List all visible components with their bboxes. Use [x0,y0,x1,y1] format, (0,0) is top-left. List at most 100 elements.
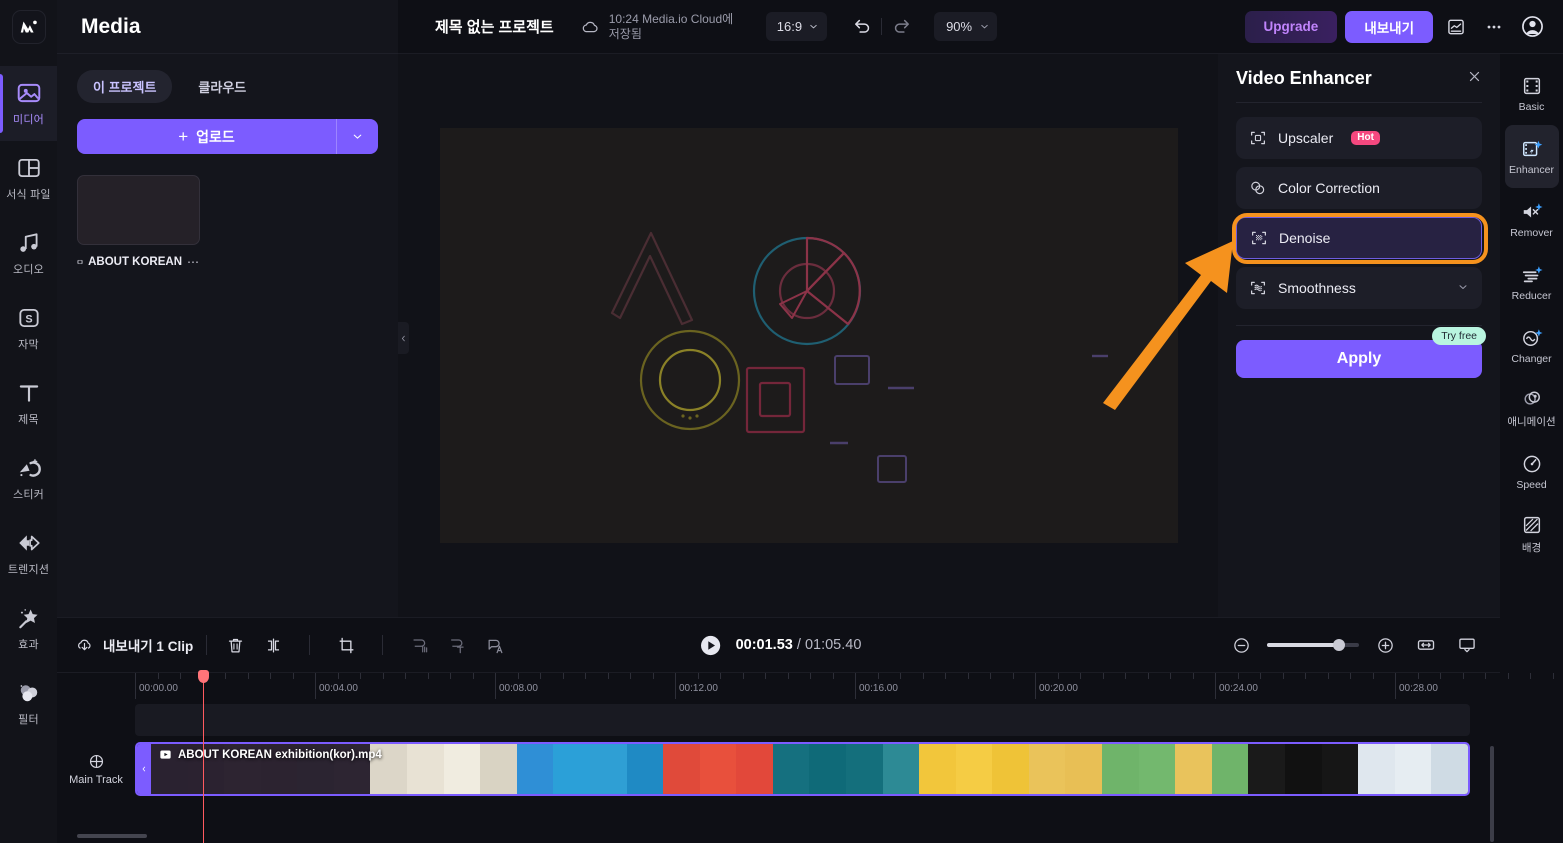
sidebar-item-media[interactable]: 미디어 [0,66,57,141]
sidebar-item-title[interactable]: 제목 [0,366,57,441]
timeline-ruler[interactable]: 00:00.00 00:04.00 00:08.00 00:12.00 00:16.00… [57,672,1554,699]
undo-button[interactable] [847,12,877,42]
vertical-scrollbar[interactable] [1490,746,1494,842]
sidebar-item-transition[interactable]: 트렌지션 [0,516,57,591]
ruler-minor-tick [427,673,429,679]
ruler-minor-tick [1507,673,1509,679]
close-icon[interactable] [1467,69,1482,87]
playhead[interactable] [198,670,209,843]
upload-dropdown-button[interactable] [336,119,378,154]
zoom-level-select[interactable]: 90% [934,12,998,41]
chevron-down-icon[interactable] [1457,281,1469,296]
sidebar-item-subtitle[interactable]: S 자막 [0,291,57,366]
sidebar-item-label: 트렌지션 [7,564,50,576]
ruler-minor-tick [1282,673,1284,679]
feature-row-smoothness[interactable]: Smoothness [1236,267,1482,309]
tab-this-project[interactable]: 이 프로젝트 [77,70,173,103]
tool-label: Basic [1518,100,1545,113]
panel-collapse-handle[interactable] [398,322,409,354]
tool-reducer[interactable]: Reducer [1505,251,1559,314]
chevron-down-icon [810,24,817,29]
clip-thumbnail [1321,744,1359,794]
zoom-in-button[interactable] [1370,630,1400,660]
timeline-clip[interactable]: ABOUT KOREAN exhibition(kor).mp4 [135,742,1470,796]
feature-row-color-correction[interactable]: Color Correction [1236,167,1482,209]
tool-speed[interactable]: Speed [1505,440,1559,503]
sidebar-item-audio[interactable]: 오디오 [0,216,57,291]
sidebar-item-filter[interactable]: 필터 [0,666,57,741]
playhead-handle[interactable] [198,670,209,683]
project-settings-button[interactable] [1441,12,1471,42]
tool-background[interactable]: 배경 [1505,503,1559,566]
horizontal-scrollbar[interactable] [77,834,147,838]
ruler-minor-tick [270,673,271,679]
color-correction-icon [1251,181,1265,195]
timeline-zoom-slider[interactable] [1267,639,1359,651]
main-track-icon [89,754,103,768]
auto-beat-button[interactable] [442,630,472,660]
enhancer-icon [1522,140,1542,156]
tool-changer[interactable]: Changer [1505,314,1559,377]
empty-track-row[interactable] [135,704,1470,736]
ruler-minor-tick [607,673,609,679]
feature-label: Smoothness [1278,280,1356,296]
tool-enhancer[interactable]: Enhancer [1504,125,1559,188]
aspect-ratio-select[interactable]: 16:9 [765,12,828,41]
voice-changer-icon [1522,328,1543,346]
feature-row-upscaler[interactable]: Upscaler Hot [1236,117,1482,159]
media-item[interactable]: ABOUT KOREAN ⋯ [77,175,200,269]
media-item-more-button[interactable]: ⋯ [187,255,200,269]
avatar[interactable] [1517,12,1547,42]
sidebar-item-label: 자막 [18,339,39,351]
ruler-minor-tick [337,673,339,679]
clip-left-handle[interactable] [137,744,151,794]
fit-width-icon [1417,640,1435,650]
sidebar-item-effects[interactable]: 효과 [0,591,57,666]
display-options-button[interactable] [1452,630,1482,660]
denoise-icon [1251,231,1267,245]
divider [881,18,883,35]
project-title[interactable]: 제목 없는 프로젝트 [435,16,554,37]
chevron-down-icon [353,134,362,139]
apply-button[interactable]: Apply [1236,340,1482,378]
split-button[interactable] [258,630,288,660]
upload-button[interactable]: + 업로드 [77,119,336,154]
media-thumbnail[interactable] [77,175,200,245]
export-clip-button[interactable]: 내보내기 1 Clip [75,635,193,655]
tool-basic[interactable]: Basic [1505,62,1559,125]
playback-controls: 00:01.53 / 01:05.40 [696,630,861,660]
tab-cloud[interactable]: 클라우드 [182,70,262,103]
tool-remover[interactable]: Remover [1505,188,1559,251]
slider-knob[interactable] [1333,639,1345,651]
clip-thumbnail [553,744,590,794]
more-options-button[interactable] [1479,12,1509,42]
current-time: 00:01.53 [735,637,793,653]
app-logo[interactable] [11,10,46,44]
feature-label: Denoise [1279,230,1331,246]
speed-ramp-button[interactable] [404,630,434,660]
track-header-main[interactable]: Main Track [57,743,135,795]
video-preview-canvas[interactable] [440,128,1178,543]
ruler-label: 00:28.00 [1399,683,1438,694]
ruler-minor-tick [1552,673,1554,679]
tool-animation[interactable]: 애니메이션 [1505,377,1559,440]
upgrade-button[interactable]: Upgrade [1244,10,1338,43]
clip-thumbnail [480,744,517,794]
sidebar-item-sticker[interactable]: 스티커 [0,441,57,516]
panel-title: Video Enhancer [1236,67,1372,88]
delete-button[interactable] [220,630,250,660]
export-button[interactable]: 내보내기 [1345,10,1433,43]
fit-to-window-button[interactable] [1411,630,1441,660]
zoom-out-button[interactable] [1226,630,1256,660]
crop-button[interactable] [331,630,361,660]
clip-thumbnail [1431,744,1468,794]
ruler-minor-tick [1485,673,1486,679]
play-button[interactable] [696,630,726,660]
ruler-minor-tick [1170,673,1171,679]
video-clip-icon [160,750,171,759]
sidebar-item-templates[interactable]: 서식 파일 [0,141,57,216]
text-to-speech-button[interactable] [480,630,510,660]
feature-row-denoise[interactable]: Denoise [1236,217,1482,259]
zoom-level-value: 90% [946,19,973,34]
redo-button[interactable] [886,12,916,42]
